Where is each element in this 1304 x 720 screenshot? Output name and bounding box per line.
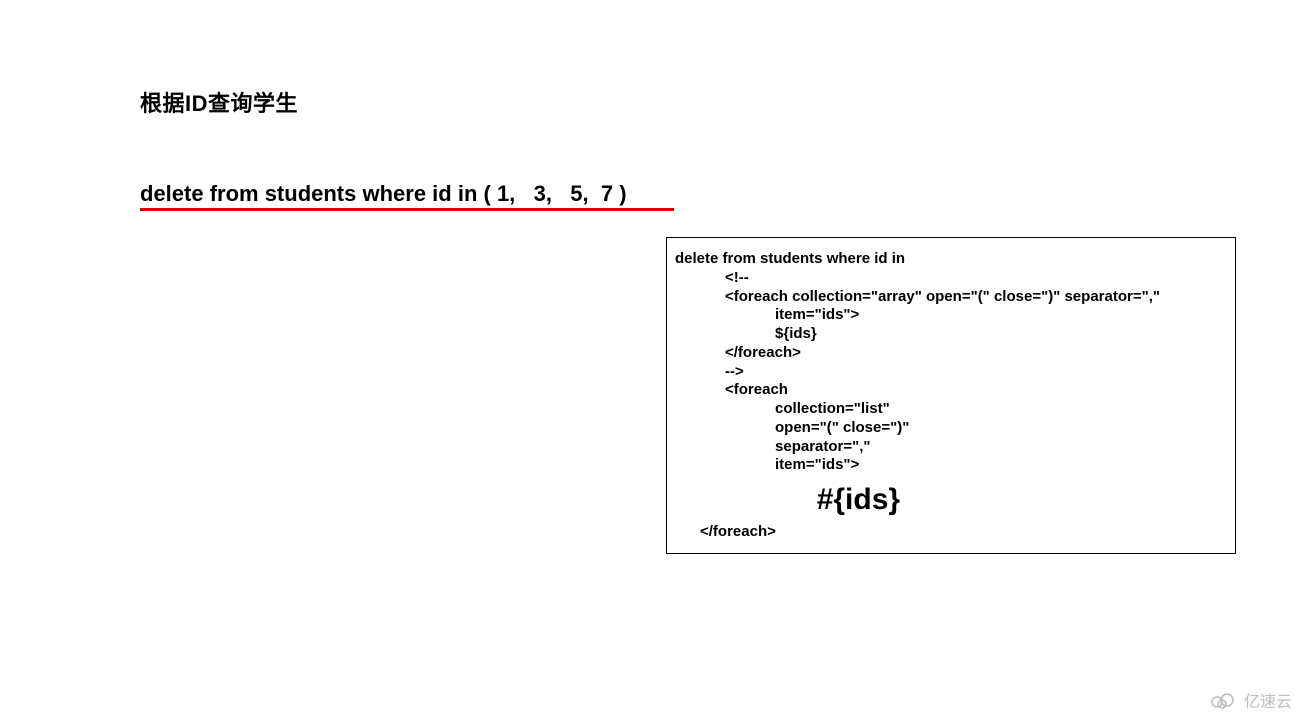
code-line: item="ids"> xyxy=(675,456,1227,475)
watermark-text: 亿速云 xyxy=(1244,688,1292,712)
code-line: separator="," xyxy=(675,438,1227,457)
code-line: delete from students where id in xyxy=(675,250,1227,269)
sql-statement: delete from students where id in ( 1, 3,… xyxy=(140,181,627,207)
watermark: 亿速云 xyxy=(1208,688,1292,712)
code-line: <foreach xyxy=(675,381,1227,400)
code-line: ${ids} xyxy=(675,325,1227,344)
page-root: 根据ID查询学生 delete from students where id i… xyxy=(0,0,1304,720)
code-box: delete from students where id in <!-- <f… xyxy=(666,237,1236,554)
code-line: item="ids"> xyxy=(675,306,1227,325)
code-line: </foreach> xyxy=(675,344,1227,363)
red-underline xyxy=(140,208,674,211)
code-line: open="(" close=")" xyxy=(675,419,1227,438)
cloud-icon xyxy=(1208,690,1238,710)
code-line-emphasis: #{ids} xyxy=(675,475,1227,523)
page-heading: 根据ID查询学生 xyxy=(140,86,298,118)
code-line: <foreach collection="array" open="(" clo… xyxy=(675,288,1227,307)
code-line: <!-- xyxy=(675,269,1227,288)
code-line: --> xyxy=(675,363,1227,382)
code-line: </foreach> xyxy=(675,523,1227,542)
code-line: collection="list" xyxy=(675,400,1227,419)
